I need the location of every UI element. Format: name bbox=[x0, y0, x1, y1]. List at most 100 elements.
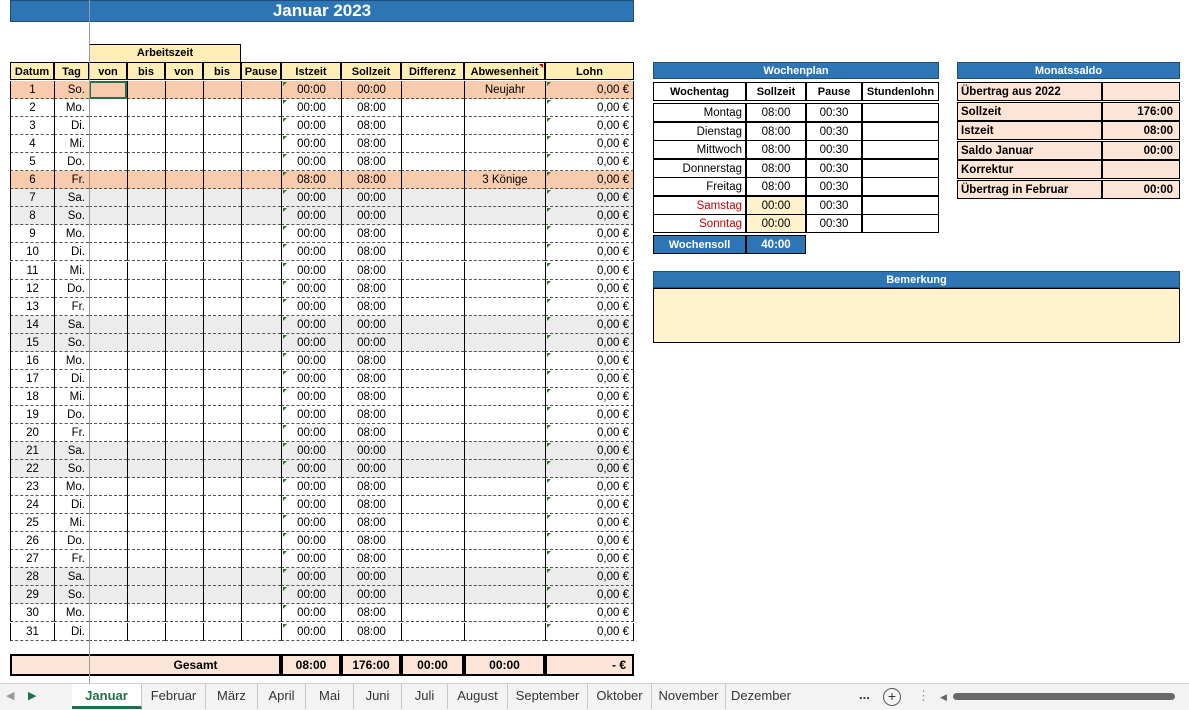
cell-von2[interactable] bbox=[165, 135, 203, 154]
cell-von2[interactable] bbox=[165, 496, 203, 515]
wp-cell-pause[interactable]: 00:30 bbox=[806, 158, 862, 178]
cell-von1[interactable] bbox=[89, 568, 127, 587]
cell-abwesenheit[interactable] bbox=[464, 369, 545, 388]
add-sheet-icon[interactable]: + bbox=[883, 688, 901, 706]
cell-bis1[interactable] bbox=[127, 171, 165, 190]
wp-cell-pause[interactable]: 00:30 bbox=[806, 214, 862, 233]
cell-abwesenheit[interactable] bbox=[464, 622, 545, 641]
cell-pause[interactable] bbox=[241, 81, 281, 99]
cell-abwesenheit[interactable] bbox=[464, 405, 545, 424]
cell-bis1[interactable] bbox=[127, 586, 165, 605]
cell-abwesenheit[interactable] bbox=[464, 532, 545, 551]
cell-pause[interactable] bbox=[241, 315, 281, 334]
cell-von2[interactable] bbox=[165, 99, 203, 118]
cell-bis1[interactable] bbox=[127, 297, 165, 316]
cell-von1[interactable] bbox=[89, 171, 127, 190]
cell-pause[interactable] bbox=[241, 243, 281, 262]
cell-von2[interactable] bbox=[165, 478, 203, 497]
cell-bis2[interactable] bbox=[203, 297, 241, 316]
hscroll-left-icon[interactable]: ◀ bbox=[940, 692, 947, 703]
cell-abwesenheit[interactable] bbox=[464, 207, 545, 226]
cell-pause[interactable] bbox=[241, 622, 281, 641]
cell-von1[interactable] bbox=[89, 532, 127, 551]
cell-bis1[interactable] bbox=[127, 442, 165, 460]
cell-von1[interactable] bbox=[89, 153, 127, 172]
scroll-left-icon[interactable]: ◀ bbox=[6, 689, 14, 702]
cell-pause[interactable] bbox=[241, 423, 281, 442]
cell-bis2[interactable] bbox=[203, 333, 241, 352]
bemerkung-input[interactable] bbox=[653, 288, 1180, 343]
cell-pause[interactable] bbox=[241, 189, 281, 208]
cell-abwesenheit[interactable] bbox=[464, 604, 545, 623]
cell-abwesenheit[interactable] bbox=[464, 279, 545, 298]
horizontal-scrollbar[interactable] bbox=[953, 693, 1175, 700]
cell-bis2[interactable] bbox=[203, 405, 241, 424]
wp-cell-stundenlohn[interactable] bbox=[862, 140, 939, 159]
cell-von2[interactable] bbox=[165, 568, 203, 587]
cell-von2[interactable] bbox=[165, 514, 203, 533]
cell-abwesenheit[interactable] bbox=[464, 117, 545, 136]
wp-cell-sollzeit[interactable]: 00:00 bbox=[746, 214, 806, 233]
wp-cell-sollzeit[interactable]: 08:00 bbox=[746, 140, 806, 159]
cell-bis2[interactable] bbox=[203, 514, 241, 533]
cell-bis1[interactable] bbox=[127, 622, 165, 641]
cell-pause[interactable] bbox=[241, 99, 281, 118]
wp-cell-stundenlohn[interactable] bbox=[862, 195, 939, 215]
wp-cell-sollzeit[interactable]: 08:00 bbox=[746, 158, 806, 178]
cell-bis2[interactable] bbox=[203, 369, 241, 388]
cell-von1[interactable] bbox=[89, 442, 127, 460]
cell-pause[interactable] bbox=[241, 207, 281, 226]
cell-von2[interactable] bbox=[165, 279, 203, 298]
cell-von1[interactable] bbox=[89, 369, 127, 388]
cell-von2[interactable] bbox=[165, 117, 203, 136]
cell-abwesenheit[interactable] bbox=[464, 225, 545, 244]
tab-august[interactable]: August bbox=[448, 684, 508, 709]
cell-von1[interactable] bbox=[89, 135, 127, 154]
cell-bis2[interactable] bbox=[203, 243, 241, 262]
cell-bis1[interactable] bbox=[127, 81, 165, 99]
cell-bis1[interactable] bbox=[127, 405, 165, 424]
tab-dezember[interactable]: Dezember bbox=[726, 684, 796, 709]
cell-bis2[interactable] bbox=[203, 261, 241, 280]
cell-pause[interactable] bbox=[241, 153, 281, 172]
cell-pause[interactable] bbox=[241, 586, 281, 605]
cell-bis2[interactable] bbox=[203, 387, 241, 406]
cell-von1[interactable] bbox=[89, 460, 127, 479]
cell-bis1[interactable] bbox=[127, 514, 165, 533]
cell-bis1[interactable] bbox=[127, 387, 165, 406]
tab-januar[interactable]: Januar bbox=[72, 684, 142, 709]
cell-pause[interactable] bbox=[241, 514, 281, 533]
cell-abwesenheit[interactable] bbox=[464, 586, 545, 605]
cell-von2[interactable] bbox=[165, 532, 203, 551]
cell-pause[interactable] bbox=[241, 225, 281, 244]
cell-von2[interactable] bbox=[165, 405, 203, 424]
cell-von1[interactable] bbox=[89, 261, 127, 280]
saldo-value[interactable] bbox=[1102, 160, 1180, 179]
cell-von2[interactable] bbox=[165, 387, 203, 406]
cell-von1[interactable] bbox=[89, 189, 127, 208]
cell-bis1[interactable] bbox=[127, 225, 165, 244]
cell-abwesenheit[interactable] bbox=[464, 568, 545, 587]
tab-april[interactable]: April bbox=[258, 684, 306, 709]
wp-cell-stundenlohn[interactable] bbox=[862, 158, 939, 178]
cell-von1[interactable] bbox=[89, 315, 127, 334]
cell-bis1[interactable] bbox=[127, 532, 165, 551]
cell-bis1[interactable] bbox=[127, 423, 165, 442]
cell-bis1[interactable] bbox=[127, 496, 165, 515]
cell-von2[interactable] bbox=[165, 550, 203, 569]
cell-von2[interactable] bbox=[165, 225, 203, 244]
cell-bis2[interactable] bbox=[203, 315, 241, 334]
cell-von1[interactable] bbox=[89, 333, 127, 352]
cell-von1[interactable] bbox=[89, 550, 127, 569]
cell-bis1[interactable] bbox=[127, 153, 165, 172]
tab-märz[interactable]: März bbox=[206, 684, 258, 709]
cell-pause[interactable] bbox=[241, 568, 281, 587]
cell-pause[interactable] bbox=[241, 171, 281, 190]
drag-handle-icon[interactable]: ⋮ bbox=[917, 688, 930, 704]
cell-abwesenheit[interactable] bbox=[464, 243, 545, 262]
cell-bis1[interactable] bbox=[127, 135, 165, 154]
tab-februar[interactable]: Februar bbox=[142, 684, 206, 709]
cell-von1[interactable] bbox=[89, 351, 127, 370]
cell-bis1[interactable] bbox=[127, 369, 165, 388]
cell-abwesenheit[interactable] bbox=[464, 315, 545, 334]
